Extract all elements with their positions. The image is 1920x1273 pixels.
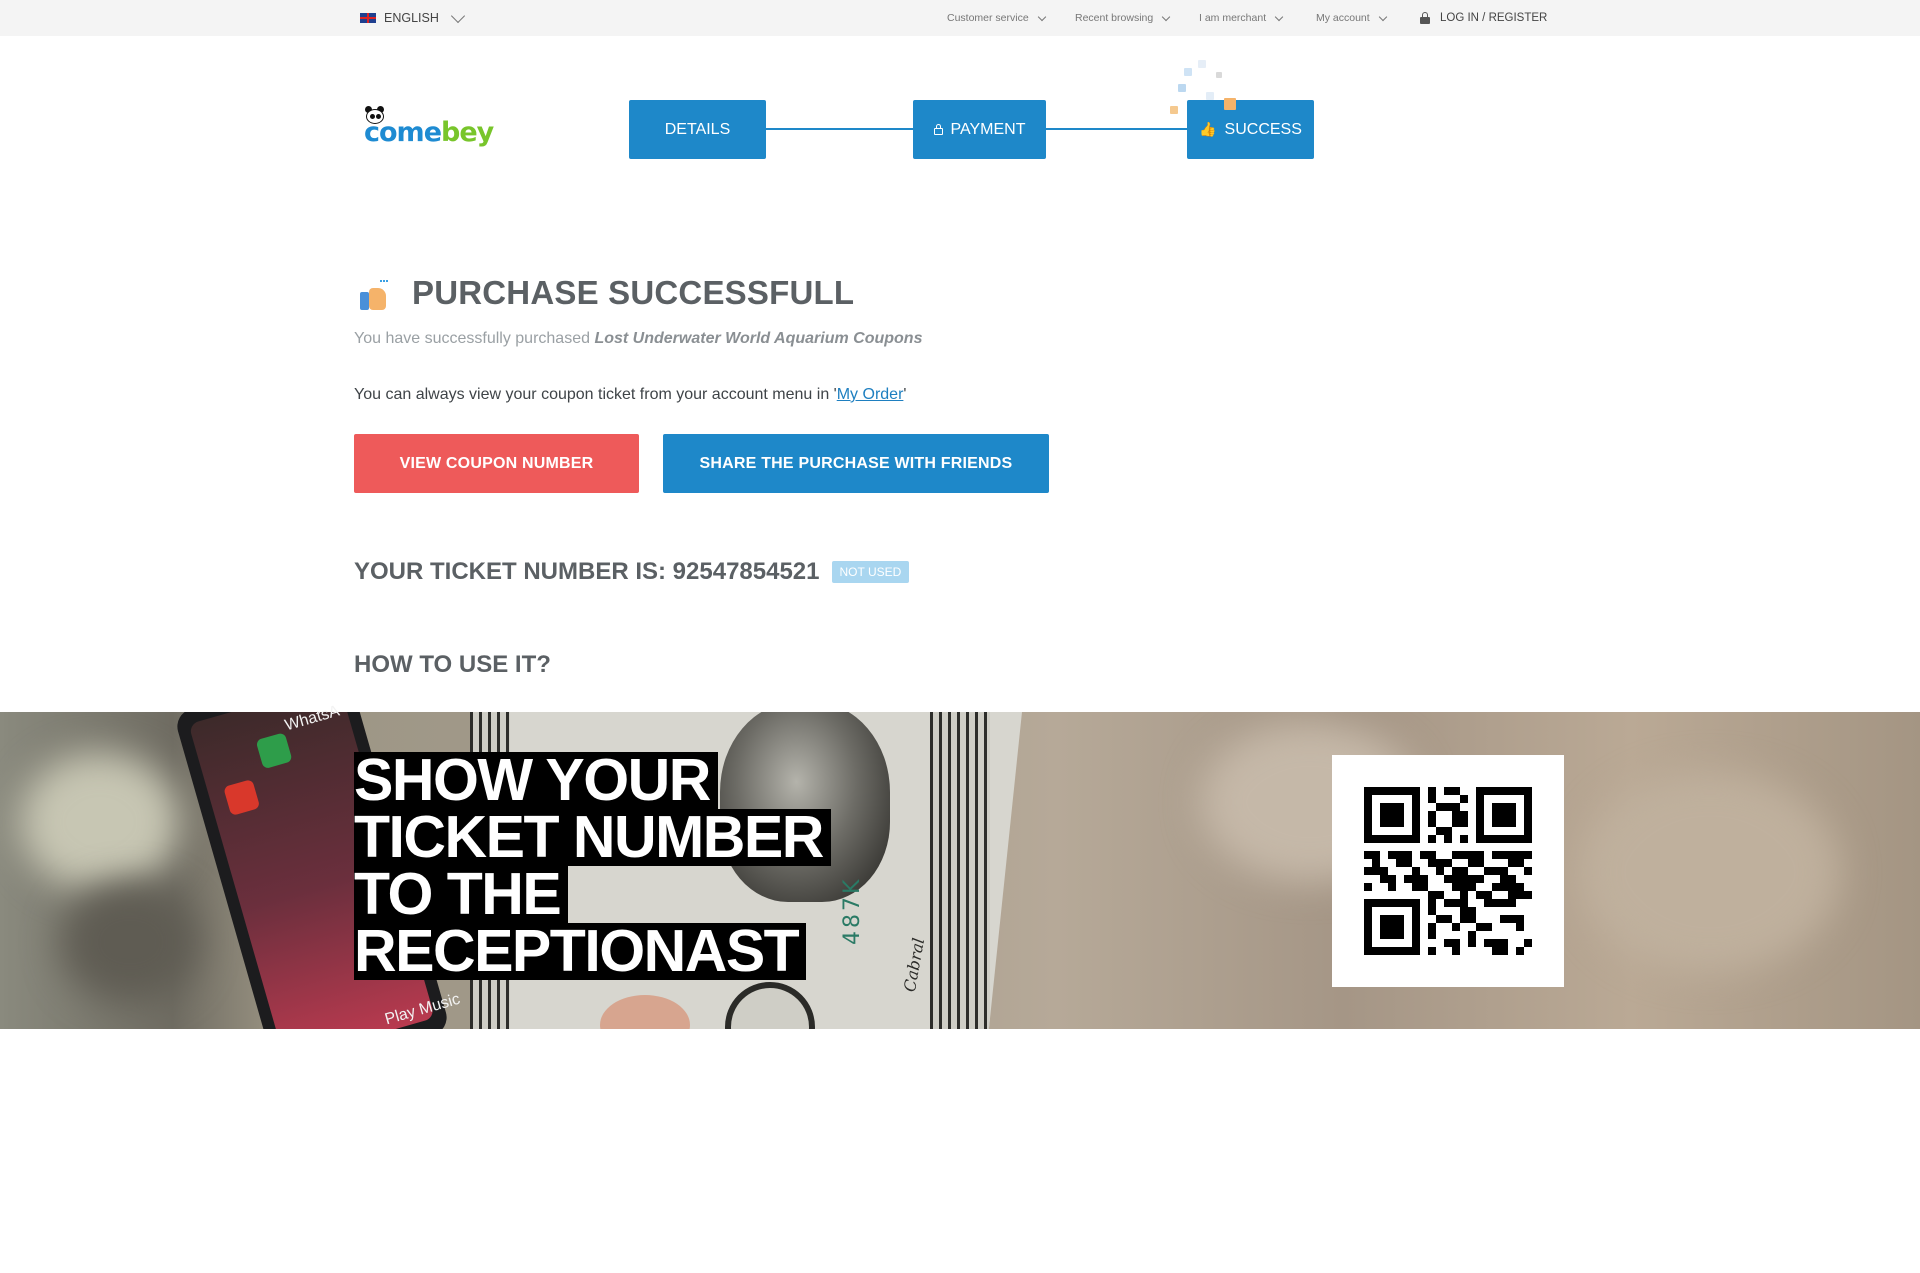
page-title: PURCHASE SUCCESSFULL (412, 274, 855, 311)
lock-icon (933, 124, 943, 135)
chevron-down-icon (1161, 12, 1171, 21)
headline-line: RECEPTIONAST (354, 922, 807, 981)
my-order-link[interactable]: My Order (837, 386, 904, 403)
how-to-banner (0, 712, 1920, 1029)
chevron-down-icon (1274, 12, 1284, 21)
headline-line: TO THE (354, 865, 569, 924)
step-label: DETAILS (664, 120, 731, 138)
chevron-down-icon (450, 8, 465, 23)
logo-wordmark: comebey (364, 117, 494, 148)
lock-icon (1420, 12, 1430, 24)
step-payment[interactable]: PAYMENT (913, 100, 1046, 159)
step-connector (1045, 128, 1190, 130)
how-to-use-heading: HOW TO USE IT? (354, 651, 551, 678)
step-label: SUCCESS (1224, 120, 1302, 138)
instruction-headline: SHOW YOUR TICKET NUMBER TO THE RECEPTION… (354, 751, 831, 981)
headline-line: TICKET NUMBER (354, 808, 831, 867)
qr-code-icon (1364, 787, 1532, 955)
nav-my-account[interactable]: My account (1316, 0, 1387, 36)
mail-app-icon (223, 778, 261, 817)
qr-code-card (1332, 755, 1564, 987)
language-label: ENGLISH (384, 11, 439, 25)
product-name: Lost Underwater World Aquarium Coupons (594, 330, 923, 347)
step-connector (765, 128, 915, 130)
nav-label: I am merchant (1199, 12, 1267, 24)
thumbs-up-icon (360, 280, 390, 312)
chevron-down-icon (1378, 12, 1387, 21)
headline-line: SHOW YOUR (354, 751, 718, 810)
nav-customer-service[interactable]: Customer service (947, 0, 1046, 36)
status-badge: NOT USED (831, 561, 910, 583)
nav-merchant[interactable]: I am merchant (1199, 0, 1284, 36)
step-details[interactable]: DETAILS (629, 100, 766, 159)
uk-flag-icon (360, 13, 376, 23)
site-logo[interactable]: comebey (362, 104, 502, 154)
maps-app-icon (255, 732, 293, 770)
ticket-number-heading: YOUR TICKET NUMBER IS: 92547854521 NOT U… (354, 558, 910, 586)
nav-label: Recent browsing (1075, 12, 1154, 24)
thumbs-up-icon: 👍 (1199, 121, 1217, 137)
login-register-link[interactable]: LOG IN / REGISTER (1420, 0, 1547, 36)
order-info-prefix: You can always view your coupon ticket f… (354, 386, 837, 403)
login-label: LOG IN / REGISTER (1440, 12, 1548, 24)
ticket-label: YOUR TICKET NUMBER IS: (354, 558, 673, 585)
nav-recent-browsing[interactable]: Recent browsing (1075, 0, 1171, 36)
share-purchase-button[interactable]: SHARE THE PURCHASE WITH FRIENDS (663, 434, 1049, 493)
chevron-down-icon (1037, 12, 1046, 21)
view-coupon-button[interactable]: VIEW COUPON NUMBER (354, 434, 639, 493)
nav-label: My account (1316, 12, 1370, 24)
language-selector[interactable]: ENGLISH (360, 0, 465, 36)
bill-serial-text: 487K (840, 876, 865, 945)
confirmation-prefix: You have successfully purchased (354, 330, 595, 347)
nav-label: Customer service (947, 12, 1029, 24)
order-info-text: You can always view your coupon ticket f… (354, 386, 906, 404)
purchase-confirmation-text: You have successfully purchased Lost Und… (354, 330, 922, 348)
order-info-suffix: ' (903, 386, 907, 403)
step-label: PAYMENT (950, 120, 1026, 138)
ticket-number: 92547854521 (672, 558, 820, 585)
celebration-confetti-icon (1170, 58, 1246, 118)
top-utility-bar: ENGLISH Customer service Recent browsing… (0, 0, 1920, 36)
